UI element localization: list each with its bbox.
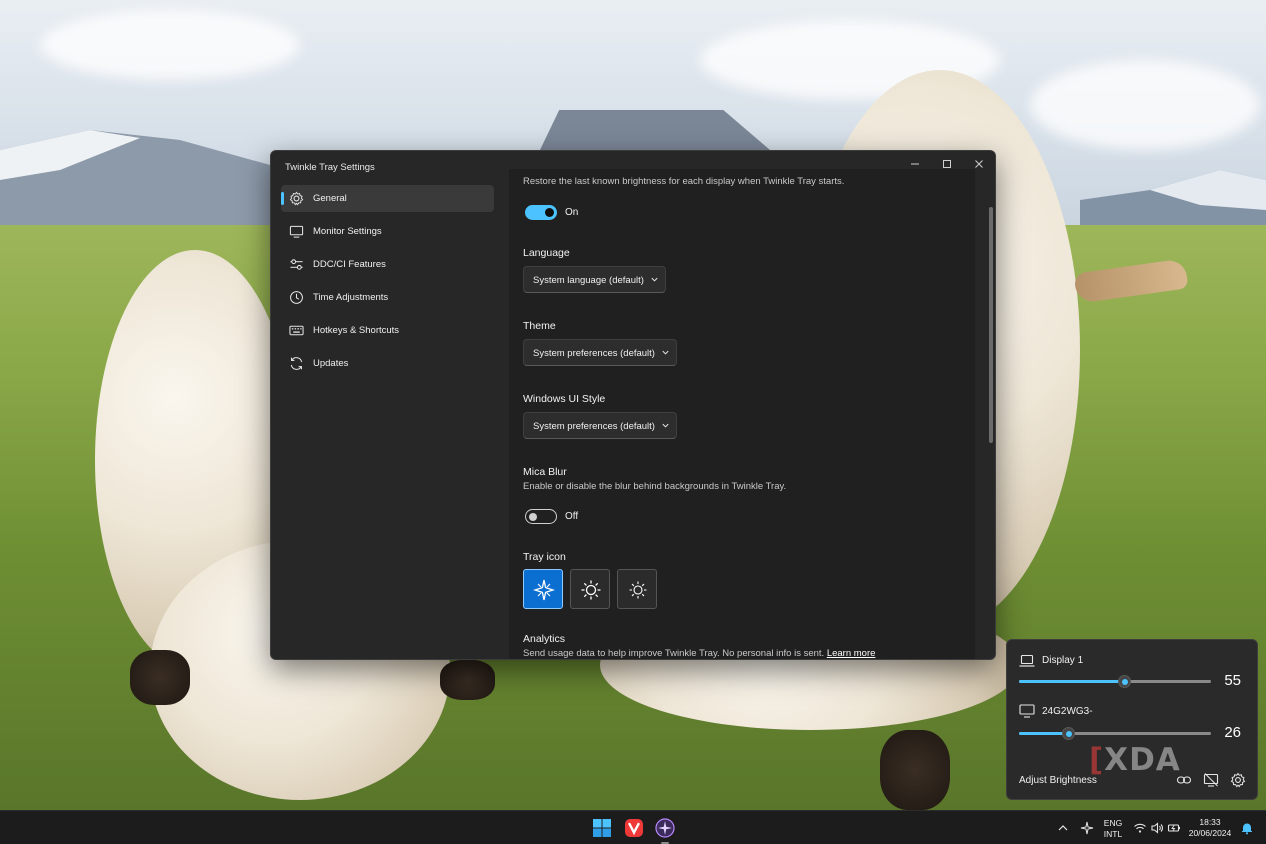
language-title: Language bbox=[523, 247, 570, 259]
sidebar-item-updates[interactable]: Updates bbox=[281, 350, 494, 377]
slider-fill bbox=[1019, 732, 1069, 735]
theme-dropdown[interactable]: System preferences (default) bbox=[523, 339, 677, 366]
sidebar-item-ddc-ci-features[interactable]: DDC/CI Features bbox=[281, 251, 494, 278]
language-line1: ENG bbox=[1103, 818, 1123, 828]
theme-dropdown-value: System preferences (default) bbox=[533, 348, 655, 359]
sun-outline-icon bbox=[629, 581, 647, 599]
display-name: Display 1 bbox=[1042, 655, 1084, 666]
xda-watermark: [XDA bbox=[1089, 742, 1181, 778]
brightness-value: 26 bbox=[1224, 724, 1241, 741]
windows-ui-style-title: Windows UI Style bbox=[523, 393, 606, 405]
wallpaper-sheep-leg bbox=[880, 730, 950, 810]
slider-fill bbox=[1019, 680, 1125, 683]
chevron-up-icon[interactable] bbox=[1056, 821, 1070, 835]
slider-thumb[interactable] bbox=[1118, 675, 1132, 688]
wallpaper-sheep-leg bbox=[130, 650, 190, 705]
display-name: 24G2WG3- bbox=[1042, 706, 1093, 717]
brightness-slider-display-1[interactable] bbox=[1019, 675, 1211, 688]
sparkle-icon[interactable] bbox=[1080, 821, 1094, 835]
window-title: Twinkle Tray Settings bbox=[285, 162, 375, 173]
brightness-slider-display-2[interactable] bbox=[1019, 727, 1211, 740]
gear-icon bbox=[289, 191, 304, 206]
input-language-indicator[interactable]: ENG INTL bbox=[1100, 818, 1126, 840]
link-icon[interactable] bbox=[1176, 772, 1192, 788]
sidebar-item-general[interactable]: General bbox=[281, 185, 494, 212]
tray-icon-option-sun[interactable] bbox=[570, 569, 610, 609]
monitor-icon bbox=[1019, 704, 1035, 718]
xda-watermark-text: XDA bbox=[1104, 742, 1181, 778]
learn-more-link[interactable]: Learn more bbox=[827, 648, 876, 659]
sidebar-item-label: Time Adjustments bbox=[313, 292, 389, 303]
slider-thumb[interactable] bbox=[1062, 727, 1076, 740]
twinkle-tray-icon[interactable] bbox=[655, 818, 675, 838]
settings-window: Twinkle Tray Settings General Monitor Se… bbox=[270, 150, 996, 660]
sidebar-item-label: Updates bbox=[313, 358, 349, 369]
restore-brightness-toggle[interactable] bbox=[525, 205, 557, 220]
analytics-title: Analytics bbox=[523, 633, 566, 645]
analytics-description-text: Send usage data to help improve Twinkle … bbox=[523, 648, 825, 659]
restore-brightness-toggle-label: On bbox=[565, 207, 579, 218]
tray-icon-option-sparkle[interactable] bbox=[523, 569, 563, 609]
windows-ui-style-dropdown[interactable]: System preferences (default) bbox=[523, 412, 677, 439]
tray-icon-option-sun-outline[interactable] bbox=[617, 569, 657, 609]
keyboard-icon bbox=[289, 325, 304, 336]
sparkle-icon bbox=[533, 579, 555, 601]
sidebar-item-hotkeys-shortcuts[interactable]: Hotkeys & Shortcuts bbox=[281, 317, 494, 344]
volume-icon[interactable] bbox=[1150, 821, 1164, 835]
clock-time: 18:33 bbox=[1199, 817, 1221, 827]
settings-sidebar: General Monitor Settings DDC/CI Features bbox=[271, 183, 507, 660]
mica-blur-toggle-label: Off bbox=[565, 511, 579, 522]
clock[interactable]: 18:33 20/06/2024 bbox=[1188, 817, 1232, 839]
sidebar-item-label: Hotkeys & Shortcuts bbox=[313, 325, 400, 336]
notification-bell-icon[interactable] bbox=[1240, 821, 1254, 835]
refresh-icon bbox=[290, 357, 303, 370]
sidebar-item-time-adjustments[interactable]: Time Adjustments bbox=[281, 284, 494, 311]
adjust-brightness-label: Adjust Brightness bbox=[1019, 775, 1097, 786]
brightness-value: 55 bbox=[1224, 672, 1241, 689]
chevron-down-icon bbox=[662, 350, 669, 355]
sidebar-item-monitor-settings[interactable]: Monitor Settings bbox=[281, 218, 494, 245]
language-dropdown-value: System language (default) bbox=[533, 275, 644, 286]
tray-icon-title: Tray icon bbox=[523, 551, 566, 563]
wallpaper-cloud bbox=[40, 10, 300, 80]
battery-icon[interactable] bbox=[1167, 821, 1181, 835]
brightness-flyout: Display 1 55 24G2WG3- 26 [XDA Adjust Bri… bbox=[1006, 639, 1258, 800]
analytics-description: Send usage data to help improve Twinkle … bbox=[523, 648, 875, 659]
restore-brightness-description: Restore the last known brightness for ea… bbox=[523, 176, 845, 187]
chevron-down-icon bbox=[662, 423, 669, 428]
vivaldi-icon[interactable] bbox=[624, 818, 644, 838]
sliders-icon bbox=[290, 259, 303, 270]
wifi-icon[interactable] bbox=[1133, 821, 1147, 835]
clock-icon bbox=[290, 291, 303, 304]
clock-date: 20/06/2024 bbox=[1188, 828, 1232, 838]
sidebar-item-label: Monitor Settings bbox=[313, 226, 382, 237]
theme-title: Theme bbox=[523, 320, 556, 332]
monitor-off-icon[interactable] bbox=[1203, 772, 1219, 788]
wallpaper-sheep-leg bbox=[440, 660, 495, 700]
sun-icon bbox=[581, 580, 601, 600]
laptop-icon bbox=[1019, 654, 1035, 667]
sidebar-item-label: General bbox=[313, 193, 347, 204]
windows-start-icon[interactable] bbox=[592, 818, 612, 838]
content-scrollbar[interactable] bbox=[989, 207, 993, 443]
language-line2: INTL bbox=[1103, 829, 1123, 839]
chevron-down-icon bbox=[651, 277, 658, 282]
gear-icon[interactable] bbox=[1230, 772, 1246, 788]
monitor-icon bbox=[289, 225, 304, 238]
mica-blur-toggle[interactable] bbox=[525, 509, 557, 524]
mica-blur-description: Enable or disable the blur behind backgr… bbox=[523, 481, 787, 492]
sidebar-item-label: DDC/CI Features bbox=[313, 259, 386, 270]
windows-ui-style-dropdown-value: System preferences (default) bbox=[533, 421, 655, 432]
mica-blur-title: Mica Blur bbox=[523, 466, 567, 478]
taskbar: ENG INTL 18:33 20/06/2024 bbox=[0, 810, 1266, 844]
language-dropdown[interactable]: System language (default) bbox=[523, 266, 666, 293]
bug-icon[interactable] bbox=[289, 657, 305, 660]
